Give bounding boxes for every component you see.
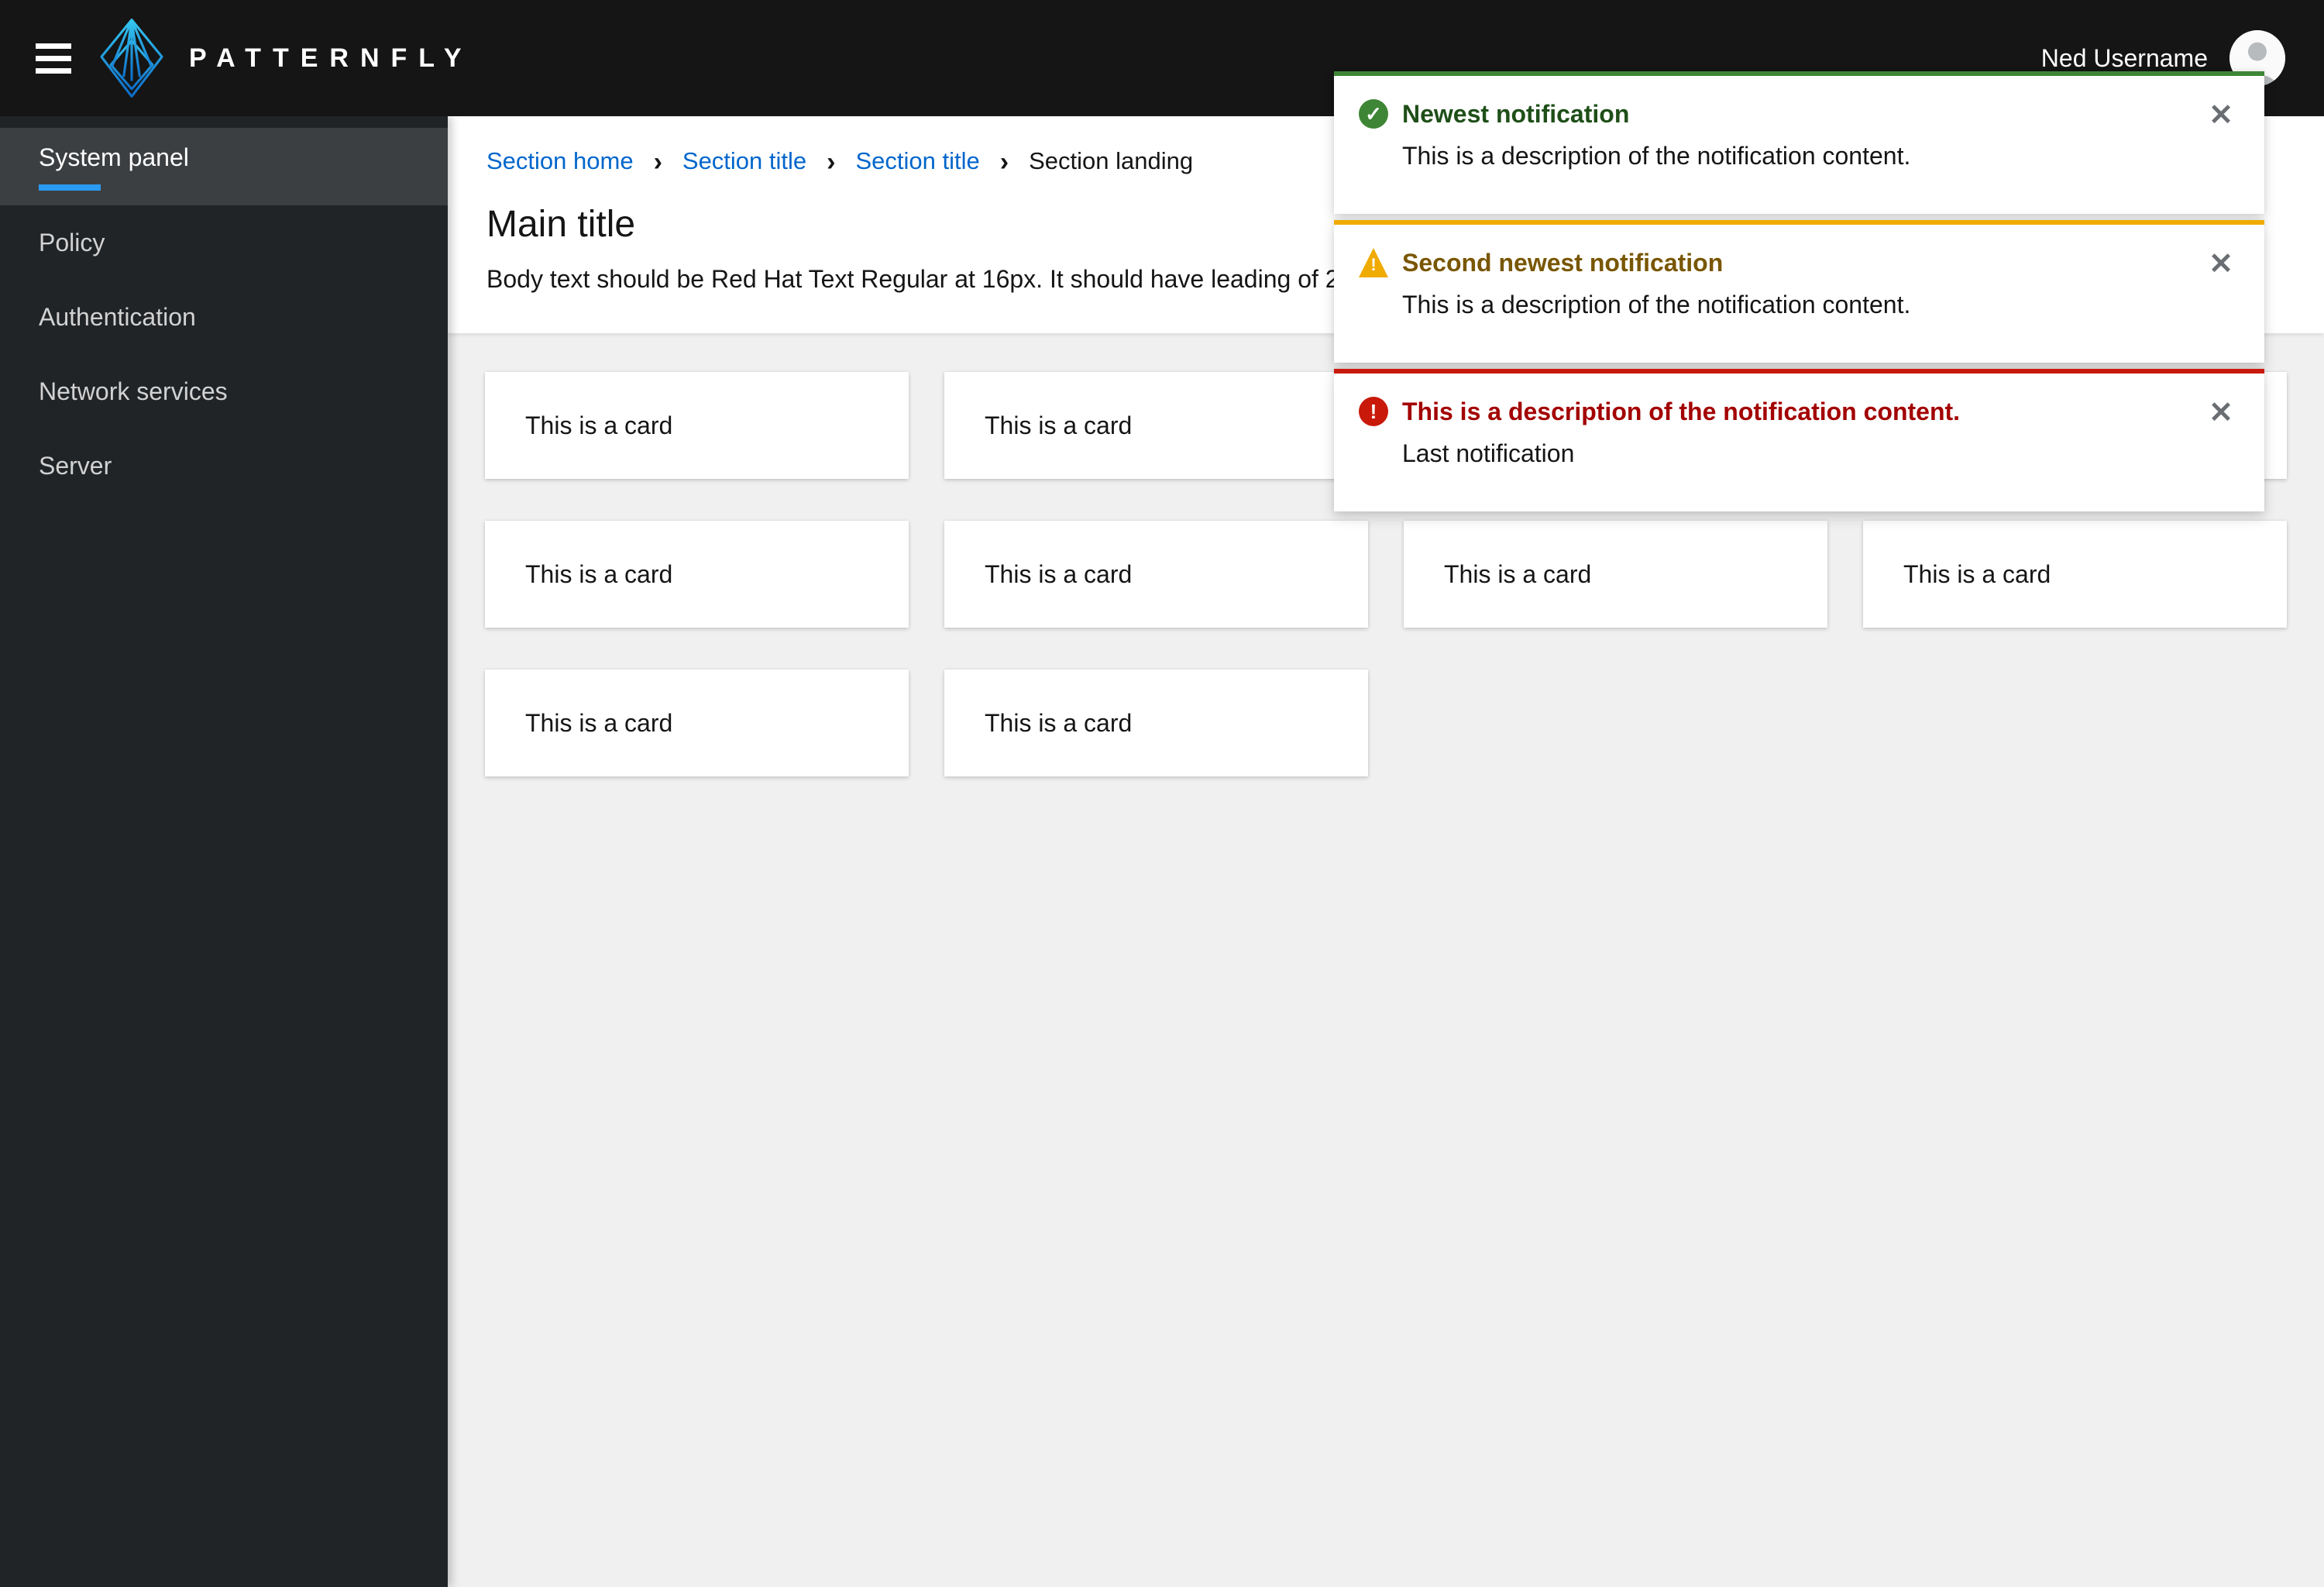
- patternfly-logo-icon: [100, 19, 163, 98]
- card[interactable]: This is a card: [944, 521, 1368, 628]
- card[interactable]: This is a card: [485, 372, 909, 479]
- hamburger-bar: [36, 67, 71, 74]
- warning-triangle-icon: !: [1359, 248, 1388, 277]
- sidebar-item-label: Server: [39, 451, 112, 480]
- nav-toggle-hamburger-icon[interactable]: [36, 36, 71, 81]
- breadcrumb-link-section-title[interactable]: Section title: [682, 147, 806, 175]
- toast-description: This is a description of the notificatio…: [1402, 291, 1911, 318]
- brand-logo: PATTERNFLY: [98, 18, 473, 98]
- toast-notification-group: ✓ Newest notification ✕ This is a descri…: [1334, 71, 2264, 511]
- breadcrumb-separator-icon: ›: [999, 147, 1009, 177]
- card-label: This is a card: [1444, 559, 1592, 588]
- card[interactable]: This is a card: [485, 521, 909, 628]
- close-icon[interactable]: ✕: [2209, 101, 2233, 130]
- toast-title: Newest notification: [1402, 100, 1630, 128]
- sidebar-item-label: System panel: [39, 143, 189, 171]
- toast-header: ✓ Newest notification: [1359, 99, 2221, 129]
- breadcrumb-link-section-title-2[interactable]: Section title: [855, 147, 979, 175]
- card[interactable]: This is a card: [944, 372, 1368, 479]
- card-label: This is a card: [525, 411, 673, 439]
- sidebar-item-label: Authentication: [39, 302, 196, 331]
- sidebar-item-network-services[interactable]: Network services: [0, 354, 448, 429]
- toast-header: ! This is a description of the notificat…: [1359, 397, 2221, 426]
- card-label: This is a card: [985, 708, 1133, 737]
- toast-header: ! Second newest notification: [1359, 248, 2221, 277]
- card-label: This is a card: [1903, 559, 2051, 588]
- toast-description: Last notification: [1402, 439, 1575, 467]
- exclamation-circle-icon: !: [1359, 397, 1388, 426]
- toast-title: Second newest notification: [1402, 249, 1724, 277]
- sidebar-item-label: Network services: [39, 377, 228, 405]
- card[interactable]: This is a card: [944, 670, 1368, 776]
- breadcrumb-separator-icon: ›: [827, 147, 836, 177]
- sidebar-item-server[interactable]: Server: [0, 429, 448, 503]
- check-circle-icon: ✓: [1359, 99, 1388, 129]
- card-label: This is a card: [985, 411, 1133, 439]
- card[interactable]: This is a card: [485, 670, 909, 776]
- breadcrumb-link-section-home[interactable]: Section home: [486, 147, 634, 175]
- card[interactable]: This is a card: [1404, 521, 1827, 628]
- sidebar-item-policy[interactable]: Policy: [0, 205, 448, 280]
- current-item-indicator: [39, 184, 101, 191]
- toast-title: This is a description of the notificatio…: [1402, 398, 1961, 425]
- toast-warning: ! Second newest notification ✕ This is a…: [1334, 220, 2264, 363]
- breadcrumb-current-page: Section landing: [1029, 147, 1194, 174]
- close-icon[interactable]: ✕: [2209, 250, 2233, 279]
- sidebar-nav: System panel Policy Authentication Netwo…: [0, 116, 448, 1587]
- card-label: This is a card: [525, 559, 673, 588]
- hamburger-bar: [36, 43, 71, 49]
- toast-success: ✓ Newest notification ✕ This is a descri…: [1334, 71, 2264, 214]
- sidebar-item-authentication[interactable]: Authentication: [0, 280, 448, 354]
- close-icon[interactable]: ✕: [2209, 398, 2233, 428]
- brand-text: PATTERNFLY: [189, 43, 473, 73]
- sidebar-item-label: Policy: [39, 228, 105, 256]
- toast-description: This is a description of the notificatio…: [1402, 142, 1911, 170]
- card-label: This is a card: [985, 559, 1133, 588]
- toast-danger: ! This is a description of the notificat…: [1334, 369, 2264, 511]
- username-label: Ned Username: [2040, 43, 2208, 72]
- card-label: This is a card: [525, 708, 673, 737]
- breadcrumb-separator-icon: ›: [653, 147, 662, 177]
- sidebar-item-system-panel[interactable]: System panel: [0, 128, 448, 205]
- card[interactable]: This is a card: [1863, 521, 2287, 628]
- hamburger-bar: [36, 55, 71, 61]
